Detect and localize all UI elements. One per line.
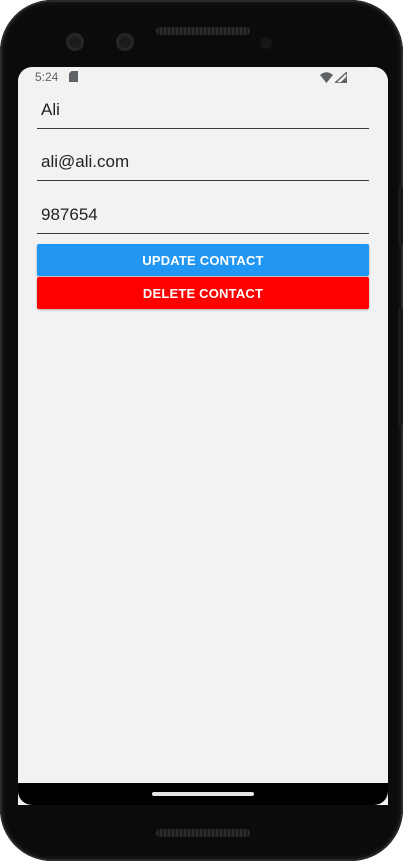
status-time: 5:24 bbox=[35, 70, 59, 84]
status-bar: 5:24 bbox=[18, 67, 388, 87]
volume-button[interactable] bbox=[398, 308, 403, 426]
wifi-icon bbox=[320, 72, 333, 83]
navigation-bar-background bbox=[18, 783, 388, 805]
delete-contact-button[interactable]: DELETE CONTACT bbox=[37, 277, 369, 309]
home-gesture-pill-icon[interactable] bbox=[152, 792, 254, 796]
phone-field bbox=[37, 197, 369, 234]
cellular-signal-icon bbox=[335, 72, 347, 83]
name-input[interactable] bbox=[37, 100, 361, 120]
app-screen: 5:24 UPDATE CONTACT DELETE CONTACT bbox=[18, 67, 388, 805]
phone-input[interactable] bbox=[37, 205, 361, 225]
update-contact-button[interactable]: UPDATE CONTACT bbox=[37, 244, 369, 276]
sd-card-icon bbox=[69, 71, 78, 82]
proximity-sensor bbox=[260, 37, 272, 49]
earpiece-speaker bbox=[156, 27, 250, 35]
email-field bbox=[37, 144, 369, 181]
email-input[interactable] bbox=[37, 152, 361, 172]
name-field bbox=[37, 92, 369, 129]
device-frame: 5:24 UPDATE CONTACT DELETE CONTACT bbox=[0, 0, 403, 861]
bottom-speaker bbox=[156, 829, 250, 837]
navigation-bar bbox=[18, 783, 388, 805]
front-camera-icon bbox=[116, 33, 134, 51]
front-camera-icon bbox=[66, 33, 84, 51]
power-button[interactable] bbox=[398, 186, 403, 246]
